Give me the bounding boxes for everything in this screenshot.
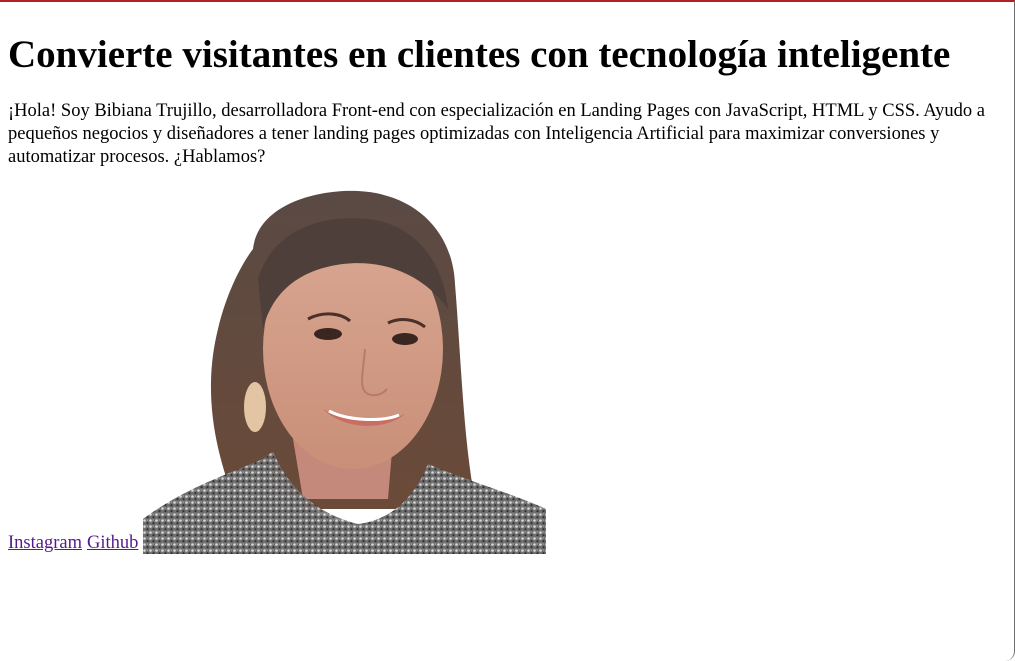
github-link[interactable]: Github — [87, 532, 138, 554]
profile-photo — [143, 190, 547, 554]
instagram-link[interactable]: Instagram — [8, 532, 82, 554]
intro-paragraph: ¡Hola! Soy Bibiana Trujillo, desarrollad… — [8, 101, 985, 167]
page-frame: Convierte visitantes en clientes con tec… — [0, 0, 1015, 661]
page-title: Convierte visitantes en clientes con tec… — [8, 33, 951, 76]
social-links-row: Instagram Github — [8, 189, 1006, 554]
